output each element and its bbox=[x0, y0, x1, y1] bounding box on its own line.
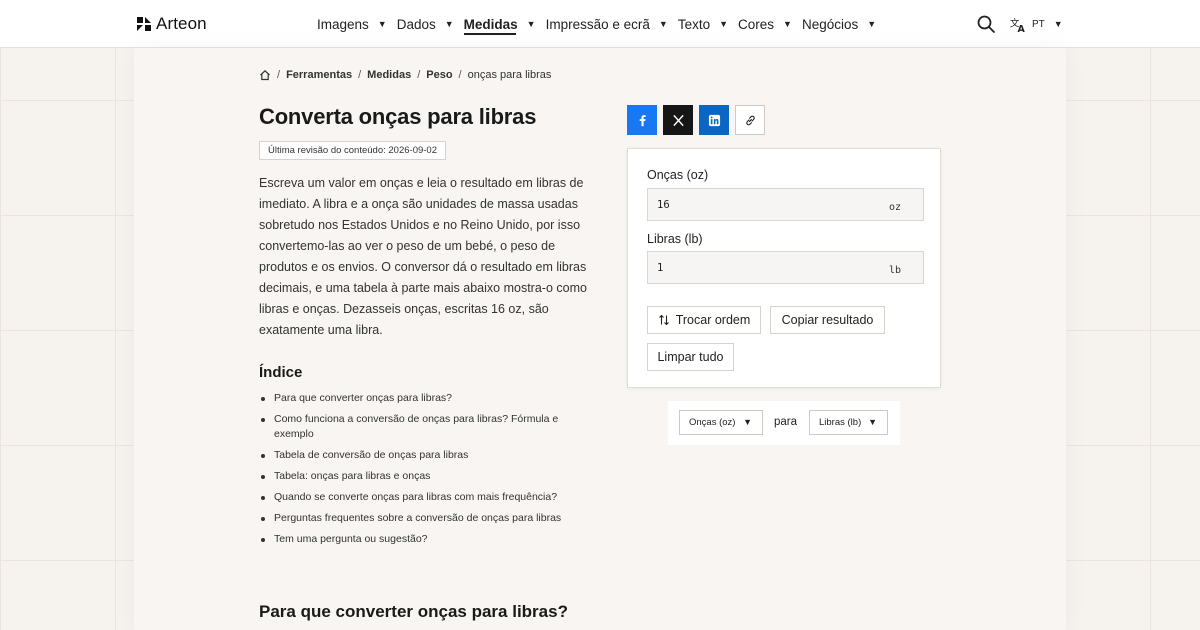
toc-item[interactable]: Tem uma pergunta ou sugestão? bbox=[259, 532, 589, 547]
breadcrumb-separator: / bbox=[277, 69, 281, 81]
caret-down-icon: ▼ bbox=[868, 417, 877, 427]
nav-item-label: Cores bbox=[738, 16, 775, 32]
toc-item[interactable]: Quando se converte onças para libras com… bbox=[259, 490, 589, 505]
pounds-unit: lb bbox=[888, 265, 901, 276]
search-icon bbox=[977, 15, 995, 33]
brand-logo[interactable]: Arteon bbox=[136, 14, 207, 34]
from-unit-select[interactable]: Onças (oz) ▼ bbox=[679, 410, 763, 435]
clear-all-label: Limpar tudo bbox=[657, 350, 724, 364]
caret-down-icon: ▼ bbox=[743, 417, 752, 427]
link-icon bbox=[745, 115, 755, 125]
toc-title: Índice bbox=[259, 364, 303, 381]
nav-item-texto[interactable]: Texto ▼ bbox=[678, 0, 728, 48]
nav-item-label: Texto bbox=[677, 16, 711, 32]
language-code: PT bbox=[1032, 18, 1045, 30]
pounds-field: lb bbox=[647, 251, 924, 284]
to-unit-select[interactable]: Libras (lb) ▼ bbox=[809, 410, 888, 435]
x-icon bbox=[672, 114, 684, 126]
home-icon[interactable] bbox=[259, 69, 271, 81]
copy-result-button[interactable]: Copiar resultado bbox=[770, 306, 885, 334]
breadcrumb-separator: / bbox=[417, 69, 421, 81]
share-bar bbox=[627, 105, 765, 135]
ounces-unit: oz bbox=[888, 202, 901, 213]
copy-link-button[interactable] bbox=[735, 105, 765, 135]
breadcrumb: / Ferramentas / Medidas / Peso / onças p… bbox=[259, 69, 551, 81]
to-unit-value: Libras (lb) bbox=[819, 417, 862, 428]
breadcrumb-medidas[interactable]: Medidas bbox=[367, 69, 411, 81]
nav-item-medidas[interactable]: Medidas ▼ bbox=[464, 0, 536, 48]
svg-text:A: A bbox=[1018, 24, 1026, 33]
pounds-label: Libras (lb) bbox=[647, 232, 703, 246]
ounces-label: Onças (oz) bbox=[647, 168, 709, 182]
language-selector[interactable]: 文 A PT ▼ bbox=[1010, 15, 1063, 33]
pounds-input[interactable] bbox=[648, 252, 878, 283]
arteon-logo-icon bbox=[137, 17, 151, 31]
breadcrumb-peso[interactable]: Peso bbox=[426, 69, 452, 81]
linkedin-icon bbox=[708, 114, 720, 126]
breadcrumb-separator: / bbox=[458, 69, 462, 81]
swap-order-button[interactable]: Trocar ordem bbox=[647, 306, 761, 334]
toc-item[interactable]: Para que converter onças para libras? bbox=[259, 391, 589, 406]
nav-item-cores[interactable]: Cores ▼ bbox=[738, 0, 792, 48]
from-unit-value: Onças (oz) bbox=[689, 417, 736, 428]
nav-item-label: Medidas bbox=[463, 16, 518, 32]
brand-name: Arteon bbox=[156, 14, 207, 33]
swap-order-label: Trocar ordem bbox=[675, 313, 751, 327]
caret-down-icon: ▼ bbox=[444, 19, 454, 29]
caret-down-icon: ▼ bbox=[867, 19, 877, 29]
share-linkedin-button[interactable] bbox=[699, 105, 729, 135]
nav-item-label: Imagens bbox=[317, 16, 369, 32]
clear-all-button[interactable]: Limpar tudo bbox=[647, 343, 734, 371]
facebook-icon bbox=[639, 114, 646, 126]
caret-down-icon: ▼ bbox=[719, 19, 729, 29]
table-of-contents: Para que converter onças para libras? Co… bbox=[259, 391, 589, 553]
section-title: Para que converter onças para libras? bbox=[259, 602, 568, 621]
caret-down-icon: ▼ bbox=[783, 19, 792, 29]
nav-item-label: Impressão e ecrã bbox=[545, 16, 650, 32]
toc-item[interactable]: Como funciona a conversão de onças para … bbox=[259, 412, 589, 442]
breadcrumb-separator: / bbox=[358, 69, 362, 81]
search-button[interactable] bbox=[976, 14, 996, 34]
intro-paragraph: Escreva um valor em onças e leia o resul… bbox=[259, 176, 587, 337]
share-x-button[interactable] bbox=[663, 105, 693, 135]
ounces-field: oz bbox=[647, 188, 924, 221]
main-nav: Imagens ▼ Dados ▼ Medidas ▼ Impressão e … bbox=[317, 0, 886, 48]
nav-item-negocios[interactable]: Negócios ▼ bbox=[802, 0, 876, 48]
caret-down-icon: ▼ bbox=[658, 19, 668, 29]
caret-down-icon: ▼ bbox=[1053, 19, 1063, 29]
caret-down-icon: ▼ bbox=[526, 19, 536, 29]
toc-item[interactable]: Tabela de conversão de onças para libras bbox=[259, 448, 589, 463]
main-content: / Ferramentas / Medidas / Peso / onças p… bbox=[134, 48, 1066, 630]
copy-result-label: Copiar resultado bbox=[781, 313, 874, 327]
breadcrumb-ferramentas[interactable]: Ferramentas bbox=[286, 69, 352, 81]
breadcrumb-current: onças para libras bbox=[467, 69, 552, 81]
nav-item-label: Negócios bbox=[801, 16, 859, 32]
page-title: Converta onças para libras bbox=[259, 104, 537, 129]
site-header: Arteon Imagens ▼ Dados ▼ Medidas ▼ Impre… bbox=[0, 0, 1200, 48]
ounces-input[interactable] bbox=[648, 189, 878, 220]
converter-panel: Onças (oz) oz Libras (lb) lb Trocar orde… bbox=[627, 148, 941, 388]
nav-item-impressao[interactable]: Impressão e ecrã ▼ bbox=[546, 0, 668, 48]
translate-icon: 文 A bbox=[1010, 17, 1026, 33]
unit-selector-row: Onças (oz) ▼ para Libras (lb) ▼ bbox=[668, 401, 900, 445]
nav-item-imagens[interactable]: Imagens ▼ bbox=[317, 0, 387, 48]
toc-item[interactable]: Tabela: onças para libras e onças bbox=[259, 469, 589, 484]
caret-down-icon: ▼ bbox=[377, 19, 387, 29]
swap-icon bbox=[658, 314, 669, 326]
nav-item-dados[interactable]: Dados ▼ bbox=[397, 0, 454, 48]
toc-item[interactable]: Perguntas frequentes sobre a conversão d… bbox=[259, 511, 589, 526]
connector-text: para bbox=[774, 416, 798, 428]
nav-item-label: Dados bbox=[396, 16, 436, 32]
revision-badge: Última revisão do conteúdo: 2026-09-02 bbox=[259, 141, 446, 160]
share-facebook-button[interactable] bbox=[627, 105, 657, 135]
